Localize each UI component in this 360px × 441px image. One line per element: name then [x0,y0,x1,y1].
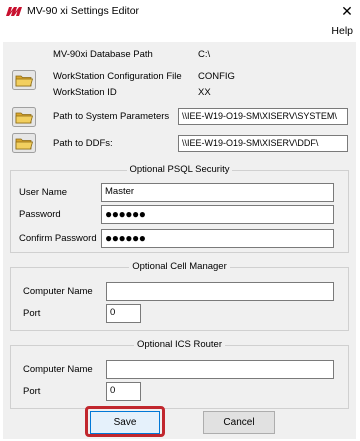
confirm-password-label: Confirm Password [19,233,97,244]
save-button[interactable]: Save [90,411,160,434]
ddfs-field[interactable]: \\IEE-W19-O19-SM\XISERV\DDF\ [178,135,348,152]
cell-manager-title: Optional Cell Manager [129,261,230,272]
ws-id-label: WorkStation ID [53,87,117,98]
ics-router-title: Optional ICS Router [133,339,225,350]
password-field[interactable]: ●●●●●● [101,205,334,224]
psql-security-group: Optional PSQL Security User Name Master … [10,164,349,253]
cell-computer-name-label: Computer Name [23,286,93,297]
ics-port-field[interactable]: 0 [106,382,141,401]
cell-port-label: Port [23,308,41,319]
title-bar: MV-90 xi Settings Editor ✕ [0,0,360,24]
ics-computer-name-label: Computer Name [23,364,93,375]
cancel-button[interactable]: Cancel [203,411,275,434]
ws-config-label: WorkStation Configuration File [53,71,182,82]
user-name-label: User Name [19,187,68,198]
ws-config-value: CONFIG [198,71,235,82]
settings-window: MV-90 xi Settings Editor ✕ Help MV-90xi … [0,0,360,441]
confirm-password-field[interactable]: ●●●●●● [101,229,334,248]
close-icon[interactable]: ✕ [338,2,356,20]
settings-panel: MV-90xi Database Path C:\ WorkStation Co… [3,42,356,439]
window-title: MV-90 xi Settings Editor [27,5,140,17]
sys-params-label: Path to System Parameters [53,111,170,122]
app-logo-icon [6,7,22,16]
folder-icon[interactable] [12,70,36,90]
menu-help[interactable]: Help [331,25,353,37]
menu-bar: Help [0,24,360,40]
folder-icon[interactable] [12,133,36,153]
ws-id-value: XX [198,87,211,98]
user-name-field[interactable]: Master [101,183,334,202]
password-label: Password [19,209,61,220]
sys-params-field[interactable]: \\IEE-W19-O19-SM\XISERV\SYSTEM\ [178,108,348,125]
ics-computer-name-field[interactable] [106,360,334,379]
ddfs-label: Path to DDFs: [53,138,113,149]
cell-port-field[interactable]: 0 [106,304,141,323]
cell-computer-name-field[interactable] [106,282,334,301]
db-path-label: MV-90xi Database Path [53,49,153,60]
cell-manager-group: Optional Cell Manager Computer Name Port… [10,261,349,331]
psql-security-title: Optional PSQL Security [126,164,233,175]
db-path-value: C:\ [198,49,211,60]
ics-router-group: Optional ICS Router Computer Name Port 0 [10,339,349,409]
ics-port-label: Port [23,386,41,397]
folder-icon[interactable] [12,107,36,127]
